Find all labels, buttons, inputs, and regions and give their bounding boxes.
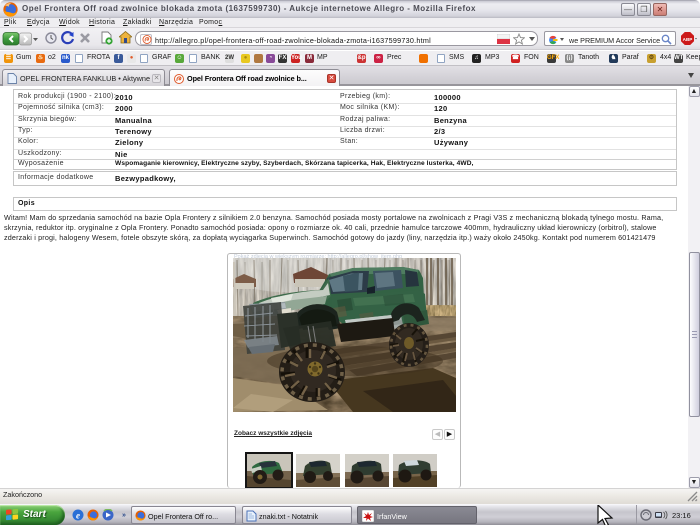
svg-text:ABP: ABP — [683, 37, 693, 42]
svg-text:»: » — [122, 512, 126, 519]
svg-text:e: e — [76, 511, 80, 521]
